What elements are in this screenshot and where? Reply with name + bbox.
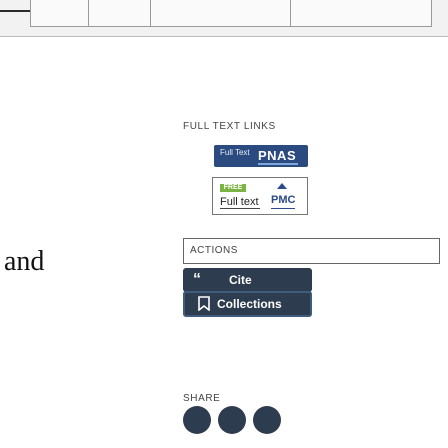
cite-button[interactable]: “ Cite — [183, 268, 312, 292]
pnas-full-text-link[interactable]: Full Text PNAS — [214, 145, 308, 167]
share-facebook-icon[interactable] — [218, 406, 246, 434]
pnas-underline — [258, 163, 298, 165]
pmc-logo-icon — [277, 183, 287, 189]
free-badge: FREE — [220, 184, 246, 192]
toolbar-tab[interactable] — [150, 0, 292, 27]
pmc-underline — [271, 208, 295, 209]
pmc-full-text-link[interactable]: FREE Full text PMC — [212, 177, 308, 215]
full-text-links-heading: FULL TEXT LINKS — [183, 121, 276, 132]
pmc-logo: PMC — [271, 194, 296, 206]
article-text-fragment: and — [4, 246, 45, 277]
toolbar-line — [0, 10, 32, 12]
toolbar-tab[interactable] — [290, 0, 432, 27]
full-text-underline — [220, 208, 260, 209]
share-twitter-icon[interactable] — [183, 406, 211, 434]
actions-label: ACTIONS — [190, 245, 238, 256]
pnas-logo: PNAS — [258, 148, 297, 163]
quote-icon: “ — [193, 271, 201, 288]
bookmark-icon — [198, 296, 210, 311]
full-text-label: Full text — [220, 196, 259, 208]
share-link-icon[interactable] — [253, 406, 281, 434]
actions-dropdown[interactable]: ACTIONS — [183, 238, 440, 264]
top-toolbar-fragment — [0, 0, 448, 37]
collections-button[interactable]: Collections — [183, 291, 312, 317]
cite-button-label: Cite — [229, 273, 252, 287]
toolbar-tab[interactable] — [88, 0, 152, 27]
share-heading: SHARE — [183, 393, 221, 404]
toolbar-tab[interactable] — [30, 0, 90, 27]
collections-button-label: Collections — [217, 297, 282, 311]
full-text-small-label: Full Text — [220, 148, 250, 157]
